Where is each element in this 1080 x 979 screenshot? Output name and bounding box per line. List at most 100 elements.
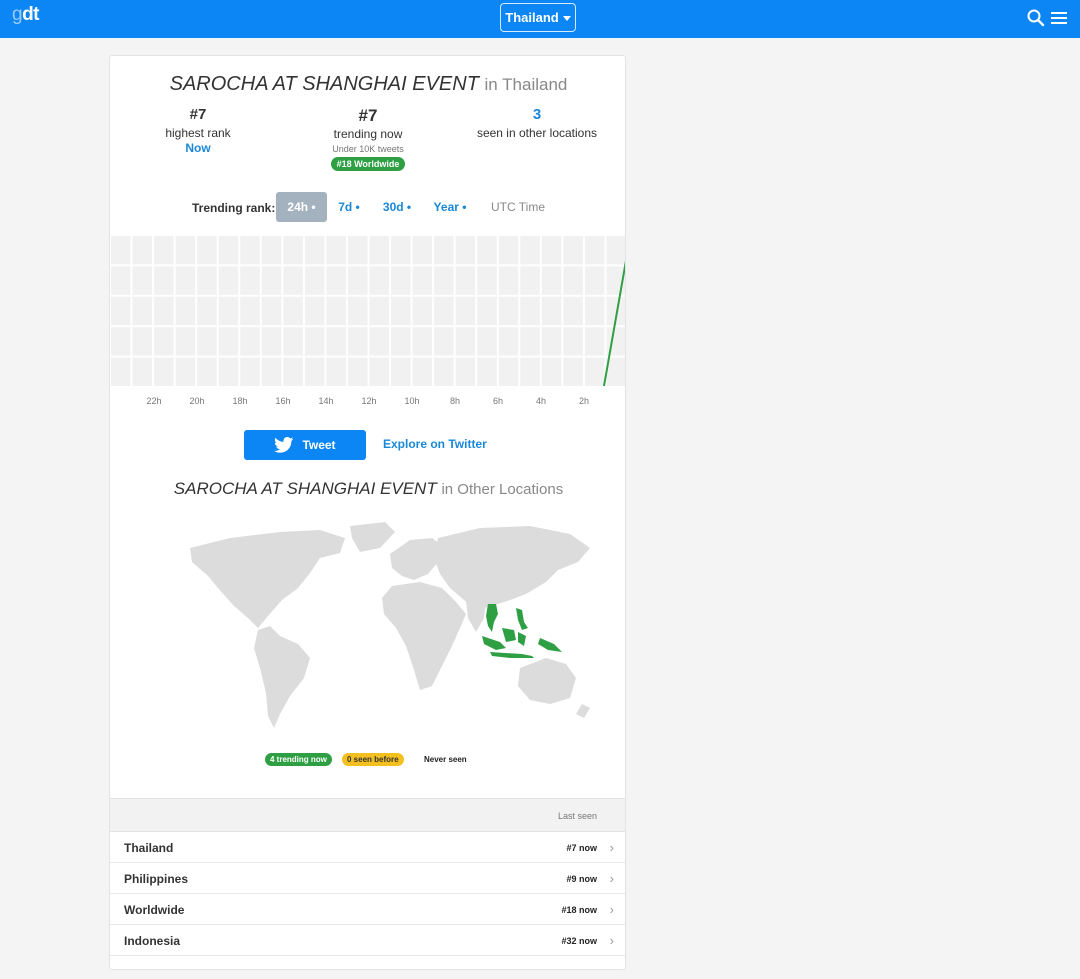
chart-grid-cell <box>175 236 196 265</box>
chart-grid-cell <box>412 266 433 295</box>
chart-grid-cell <box>347 296 368 326</box>
chart-grid-cell <box>326 296 346 326</box>
chart-grid-cell <box>584 296 605 326</box>
chart-grid-cell <box>477 327 497 356</box>
top-navbar: gdt Thailand <box>0 0 1080 38</box>
twitter-bird-icon <box>274 437 294 453</box>
chart-grid-cell <box>154 357 174 386</box>
chevron-right-icon: › <box>609 933 614 948</box>
location-name: Philippines <box>124 872 189 886</box>
legend-trending-now: 4 trending now <box>265 753 332 766</box>
chart-grid-cell <box>240 236 260 265</box>
chart-grid-cell <box>283 236 303 265</box>
trending-rank-tabs: Trending rank: 24h • 7d • 30d • Year • U… <box>110 192 625 222</box>
chart-grid-cell <box>111 236 131 265</box>
location-row[interactable]: Indonesia #32 now › <box>110 926 625 956</box>
chart-grid-cell <box>391 266 411 295</box>
tab-7d[interactable]: 7d • <box>335 192 363 222</box>
chart-grid-cell <box>175 266 196 295</box>
map-africa <box>382 582 466 690</box>
chart-grid-cell <box>111 327 131 356</box>
tweet-button[interactable]: Tweet <box>244 430 366 460</box>
chart-grid-cell <box>584 327 605 356</box>
chart-grid-cell <box>218 357 239 386</box>
chart-grid-cell <box>498 266 519 295</box>
map-asia <box>434 526 590 610</box>
chart-grid-cell <box>240 327 260 356</box>
chart-grid-cell <box>175 296 196 326</box>
location-row[interactable]: Worldwide #18 now › <box>110 895 625 925</box>
chart-grid-cell <box>197 266 217 295</box>
location-rank: #32 now <box>561 936 597 946</box>
chart-grid-cell <box>541 236 562 265</box>
map-australia <box>518 658 576 704</box>
chart-grid-cell <box>304 296 325 326</box>
chart-grid-cell <box>563 296 583 326</box>
chart-grid-cell <box>369 266 390 295</box>
menu-icon[interactable] <box>1049 8 1069 28</box>
trend-rank-chart <box>110 235 625 387</box>
explore-on-twitter-link[interactable]: Explore on Twitter <box>383 437 487 451</box>
chart-grid-cell <box>434 357 454 386</box>
chart-grid-cell <box>369 327 390 356</box>
location-name: Worldwide <box>124 903 185 917</box>
chart-grid-cell <box>347 357 368 386</box>
map-philippines <box>516 608 528 630</box>
chart-x-tick-label: 20h <box>189 396 205 406</box>
chart-grid-cell <box>369 357 390 386</box>
highest-rank-stat: #7 highest rank Now <box>118 106 278 155</box>
search-icon[interactable] <box>1026 8 1046 28</box>
tweet-button-label: Tweet <box>302 438 336 452</box>
chart-grid-cell <box>326 357 346 386</box>
location-row[interactable]: Philippines #9 now › <box>110 864 625 894</box>
chart-x-tick-label: 8h <box>449 396 460 406</box>
chart-grid-cell <box>347 236 368 265</box>
worldwide-badge[interactable]: #18 Worldwide <box>330 157 406 171</box>
chart-grid-cell <box>584 236 605 265</box>
chart-grid-cell <box>498 296 519 326</box>
trending-now-label: trending now <box>333 127 403 141</box>
chart-grid-cell <box>326 266 346 295</box>
chart-grid-cell <box>412 357 433 386</box>
chart-grid-cell <box>240 296 260 326</box>
chart-grid-cell <box>541 266 562 295</box>
chart-grid-cell <box>132 357 153 386</box>
chevron-right-icon: › <box>609 840 614 855</box>
chart-grid-cell <box>111 357 131 386</box>
tab-24h[interactable]: 24h • <box>276 192 327 222</box>
chart-grid-cell <box>240 266 260 295</box>
trending-now-value: #7 <box>358 106 378 125</box>
site-logo[interactable]: gdt <box>12 4 40 26</box>
tab-30d[interactable]: 30d • <box>380 192 414 222</box>
chart-grid-cell <box>584 266 605 295</box>
chart-x-tick-label: 10h <box>404 396 420 406</box>
chart-grid-cell <box>477 296 497 326</box>
chart-grid-cell <box>218 296 239 326</box>
chart-grid-cell <box>326 236 346 265</box>
chart-grid-cell <box>154 266 174 295</box>
chart-grid-cell <box>498 327 519 356</box>
chart-grid-cell <box>304 266 325 295</box>
legend-seen-before: 0 seen before <box>342 753 404 766</box>
world-map[interactable] <box>170 518 610 743</box>
chart-grid-cell <box>369 236 390 265</box>
chart-grid-cell <box>541 357 562 386</box>
other-locations-value[interactable]: 3 <box>457 106 617 123</box>
chart-grid-cell <box>520 327 540 356</box>
tab-year[interactable]: Year • <box>432 192 468 222</box>
chart-grid-cell <box>304 236 325 265</box>
trending-rank-label: Trending rank: <box>192 201 276 215</box>
trend-title: SAROCHA AT SHANGHAI EVENT in Thailand <box>169 73 568 95</box>
other-locations-title: SAROCHA AT SHANGHAI EVENT in Other Locat… <box>173 479 564 498</box>
chart-grid-cell <box>412 327 433 356</box>
chart-grid-cell <box>563 357 583 386</box>
map-india <box>466 600 486 632</box>
location-rank: #18 now <box>561 905 597 915</box>
chart-grid-cell <box>347 266 368 295</box>
chart-grid-cell <box>606 236 625 265</box>
highest-rank-when: Now <box>185 141 211 155</box>
location-dropdown[interactable]: Thailand <box>500 3 576 32</box>
location-row[interactable]: Thailand #7 now › <box>110 833 625 863</box>
chart-grid-cell <box>261 236 282 265</box>
chevron-right-icon: › <box>609 871 614 886</box>
